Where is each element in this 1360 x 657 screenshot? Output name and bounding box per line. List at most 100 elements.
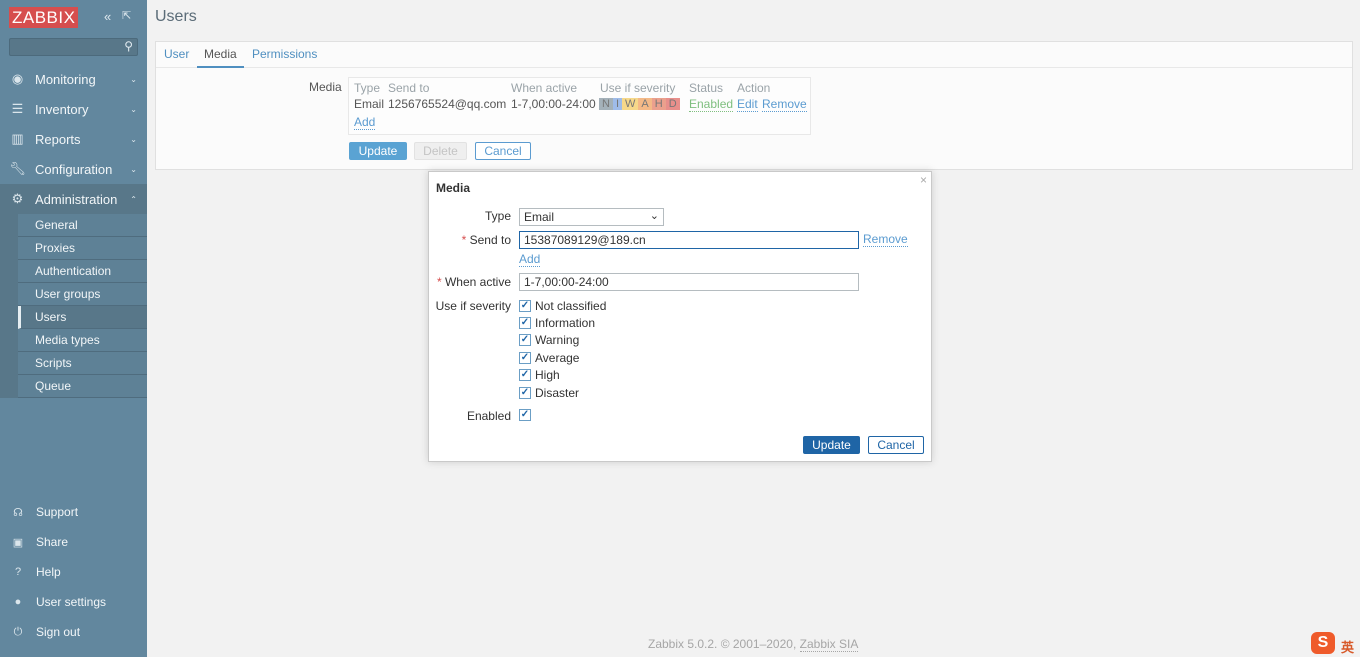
nav-sign-out[interactable]: ⏻ Sign out [0,617,147,647]
search-input[interactable]: ⚲ [9,38,138,56]
when-active-input[interactable]: 1-7,00:00-24:00 [519,273,859,291]
remove-send-to-link[interactable]: Remove [863,232,908,247]
checkbox-information[interactable]: ✓ Information [519,316,595,330]
severity-w: W [622,98,639,110]
checkbox-average[interactable]: ✓ Average [519,351,579,365]
cancel-button[interactable]: Cancel [475,142,531,160]
kiosk-mode-icon[interactable]: ⇱ [122,9,131,22]
check-icon: ✓ [519,300,531,312]
submenu-authentication[interactable]: Authentication [18,260,147,283]
chevron-down-icon: ⌄ [130,104,137,114]
update-button[interactable]: Update [349,142,407,160]
list-icon: ☰ [11,101,24,116]
check-icon: ✓ [519,369,531,381]
severity-n: N [599,98,613,110]
help-icon: ? [14,566,22,578]
add-media-link[interactable]: Add [354,115,376,130]
user-form: User Media Permissions Media Type Send t… [155,41,1353,170]
checkbox-warning[interactable]: ✓ Warning [519,333,579,347]
dialog-title: Media [436,181,471,195]
search-icon[interactable]: ⚲ [124,39,133,53]
enabled-label: Enabled [466,409,511,423]
checkbox-disaster[interactable]: ✓ Disaster [519,386,579,400]
submenu-queue[interactable]: Queue [18,375,147,398]
send-to-input[interactable]: 15387089129@189.cn [519,231,859,249]
tab-user[interactable]: User [164,47,189,61]
tab-media[interactable]: Media [197,47,244,68]
ime-language-indicator[interactable]: 英 [1341,637,1354,656]
check-icon: ✓ [519,352,531,364]
type-select[interactable]: Email ⌄ [519,208,664,226]
sogou-ime-icon[interactable]: S [1311,632,1335,654]
nav-label: Support [36,505,79,519]
edit-link[interactable]: Edit [737,97,758,112]
submenu-media-types[interactable]: Media types [18,329,147,352]
nav-label: Monitoring [35,71,96,87]
check-icon: ✓ [519,387,531,399]
nav-label: Sign out [36,625,81,639]
delete-button[interactable]: Delete [414,142,467,160]
chevron-down-icon: ⌄ [130,134,137,144]
dialog-cancel-button[interactable]: Cancel [868,436,924,454]
chevron-down-icon: ⌄ [130,74,137,84]
wrench-icon: 🔧︎ [9,161,26,176]
check-icon: ✓ [519,334,531,346]
zabbix-logo[interactable]: ZABBIX [9,7,79,28]
col-severity: Use if severity [600,81,676,95]
when-active-label: * When active [436,275,511,289]
nav-administration[interactable]: ⚙ Administration ⌃ [0,184,147,214]
nav-label: Configuration [35,161,113,177]
nav-help[interactable]: ? Help [0,557,147,587]
checkbox-high[interactable]: ✓ High [519,368,560,382]
page-title: Users [155,8,197,25]
checkbox-not-classified[interactable]: ✓ Not classified [519,299,606,313]
submenu-general[interactable]: General [18,214,147,237]
severity-h: H [651,98,666,110]
power-icon: ⏻ [13,625,23,638]
remove-link[interactable]: Remove [762,97,807,112]
close-icon[interactable]: × [920,173,927,187]
collapse-sidebar-icon[interactable]: « [104,9,111,24]
user-icon: ● [14,596,22,608]
submenu-users[interactable]: Users [18,306,147,329]
checkbox-enabled[interactable]: ✓ [519,409,535,421]
nav-label: Administration [35,191,118,207]
dialog-update-button[interactable]: Update [803,436,860,454]
col-send-to: Send to [388,81,430,95]
chevron-down-icon: ⌄ [649,210,659,222]
submenu-scripts[interactable]: Scripts [18,352,147,375]
nav-inventory[interactable]: ☰ Inventory ⌄ [0,94,147,124]
tab-permissions[interactable]: Permissions [252,47,317,61]
nav-label: Reports [35,131,81,147]
chevron-up-icon: ⌃ [130,194,137,204]
headset-icon: ☊ [13,506,23,519]
add-send-to-link[interactable]: Add [519,252,541,267]
media-table: Type Send to When active Use if severity… [348,77,811,135]
footer-text: Zabbix 5.0.2. © 2001–2020, [648,637,797,651]
nav-label: Share [36,535,69,549]
nav-user-settings[interactable]: ● User settings [0,587,147,617]
severity-a: A [638,98,652,110]
share-icon: ▣ [12,536,24,549]
footer-link[interactable]: Zabbix SIA [799,637,859,652]
cell-send-to: 1256765524@qq.com [388,97,507,111]
bar-chart-icon: ▥ [11,131,24,146]
media-dialog: Media × Type Email ⌄ * Send to 1538708912… [428,171,932,462]
nav-monitoring[interactable]: ◉ Monitoring ⌄ [0,64,147,94]
nav-support[interactable]: ☊ Support [0,497,147,527]
chevron-down-icon: ⌄ [130,164,137,174]
send-to-label: * Send to [461,233,511,247]
severity-i: I [612,98,623,110]
col-when-active: When active [511,81,578,95]
severity-d: D [665,98,680,110]
severity-badges: N I W A H D [599,98,680,110]
submenu-proxies[interactable]: Proxies [18,237,147,260]
nav-configuration[interactable]: 🔧︎ Configuration ⌄ [0,154,147,184]
nav-label: Inventory [35,101,89,117]
status-enabled-link[interactable]: Enabled [689,97,734,112]
col-status: Status [689,81,724,95]
submenu-user-groups[interactable]: User groups [18,283,147,306]
nav-reports[interactable]: ▥ Reports ⌄ [0,124,147,154]
administration-submenu: General Proxies Authentication User grou… [0,214,147,398]
nav-share[interactable]: ▣ Share [0,527,147,557]
